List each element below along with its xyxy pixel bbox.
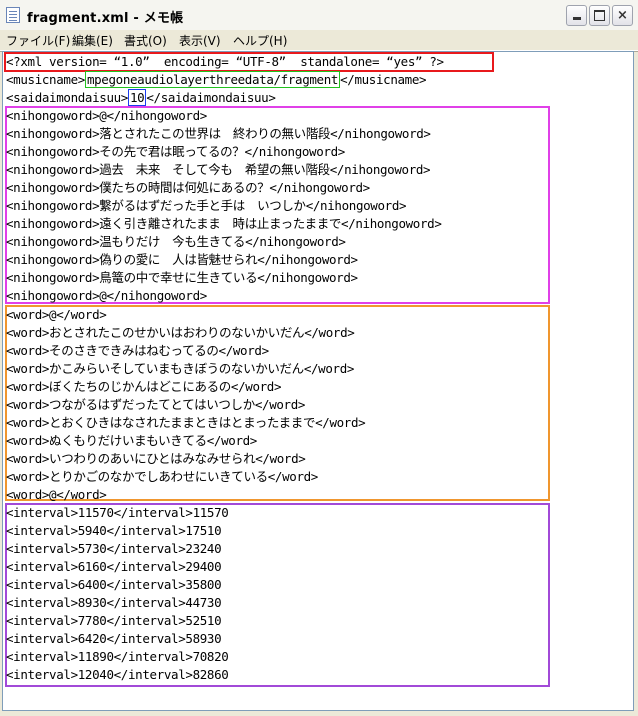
word-line: <word>@</word> xyxy=(6,487,107,502)
menu-file[interactable]: ファイル(F) xyxy=(6,32,70,49)
nihongoword-line: <nihongoword>偽りの愛に 人は皆魅せられ</nihongoword> xyxy=(6,252,358,267)
minimize-button[interactable] xyxy=(566,5,587,26)
nihongoword-line: <nihongoword>@</nihongoword> xyxy=(6,288,207,303)
word-line: <word>とりかごのなかでしあわせにいきている</word> xyxy=(6,469,318,484)
nihongoword-line: <nihongoword>その先で君は眠ってるの？</nihongoword> xyxy=(6,144,345,159)
interval-line: <interval>8930</interval>44730 xyxy=(6,595,222,610)
interval-line: <interval>5730</interval>23240 xyxy=(6,541,222,556)
saidai-close-tag: </saidaimondaisuu> xyxy=(146,90,276,105)
menu-format[interactable]: 書式(O) xyxy=(124,32,167,49)
word-line: <word>おとされたこのせかいはおわりのないかいだん</word> xyxy=(6,325,355,340)
interval-line: <interval>6400</interval>35800 xyxy=(6,577,222,592)
interval-line: <interval>7780</interval>52510 xyxy=(6,613,222,628)
nihongoword-line: <nihongoword>過去 未来 そして今も 希望の無い階段</nihong… xyxy=(6,162,431,177)
musicname-value: mpegoneaudiolayerthreedata/fragment xyxy=(84,71,341,88)
title-bar[interactable]: fragment.xml - メモ帳 × xyxy=(0,0,638,31)
interval-line: <interval>6160</interval>29400 xyxy=(6,559,222,574)
musicname-open-tag: <musicname> xyxy=(6,72,85,87)
saidai-open-tag: <saidaimondaisuu> xyxy=(6,90,128,105)
nihongoword-line: <nihongoword>僕たちの時間は何処にあるの？</nihongoword… xyxy=(6,180,370,195)
word-line: <word>いつわりのあいにひとはみなみせられ</word> xyxy=(6,451,306,466)
word-line: <word>そのさきできみはねむってるの</word> xyxy=(6,343,269,358)
musicname-line: <musicname> mpegoneaudiolayerthreedata/fr… xyxy=(6,71,427,89)
word-line: <word>とおくひきはなされたままときはとまったままで</word> xyxy=(6,415,366,430)
menu-bar: ファイル(F) 編集(E) 書式(O) 表示(V) ヘルプ(H) xyxy=(0,30,638,51)
text-editor[interactable]: <?xml version= “1.0” encoding= “UTF-8” s… xyxy=(2,51,634,711)
nihongoword-line: <nihongoword>繋がるはずだった手と手は いつしか</nihongow… xyxy=(6,198,407,213)
word-line: <word>つながるはずだったてとてはいつしか</word> xyxy=(6,397,306,412)
nihongoword-line: <nihongoword>鳥篭の中で幸せに生きている</nihongoword> xyxy=(6,270,358,285)
interval-line: <interval>11890</interval>70820 xyxy=(6,649,229,664)
notepad-icon xyxy=(6,7,20,23)
saidaimondaisuu-line: <saidaimondaisuu> 10 </saidaimondaisuu> xyxy=(6,89,276,107)
musicname-close-tag: </musicname> xyxy=(340,72,427,87)
xml-declaration-line: <?xml version= “1.0” encoding= “UTF-8” s… xyxy=(6,54,444,69)
interval-line: <interval>11570</interval>11570 xyxy=(6,505,229,520)
nihongoword-line: <nihongoword>落とされたこの世界は 終わりの無い階段</nihong… xyxy=(6,126,431,141)
word-line: <word>ぼくたちのじかんはどこにあるの</word> xyxy=(6,379,282,394)
close-icon: × xyxy=(617,8,628,23)
word-line: <word>かこみらいそしていまもきぼうのないかいだん</word> xyxy=(6,361,355,376)
word-line: <word>@</word> xyxy=(6,307,107,322)
maximize-icon xyxy=(594,10,605,21)
word-line: <word>ぬくもりだけいまもいきてる</word> xyxy=(6,433,257,448)
nihongoword-line: <nihongoword>遠く引き離されたまま 時は止まったままで</nihon… xyxy=(6,216,442,231)
close-button[interactable]: × xyxy=(612,5,633,26)
maximize-button[interactable] xyxy=(589,5,610,26)
interval-line: <interval>12040</interval>82860 xyxy=(6,667,229,682)
saidai-value: 10 xyxy=(128,89,147,106)
interval-line: <interval>5940</interval>17510 xyxy=(6,523,222,538)
nihongoword-line: <nihongoword>@</nihongoword> xyxy=(6,108,207,123)
menu-view[interactable]: 表示(V) xyxy=(179,32,221,49)
window-title: fragment.xml - メモ帳 xyxy=(27,11,184,26)
window-bottom-edge xyxy=(0,711,638,716)
minimize-icon xyxy=(572,17,581,20)
menu-help[interactable]: ヘルプ(H) xyxy=(233,32,287,49)
notepad-window: fragment.xml - メモ帳 × ファイル(F) 編集(E) 書式(O)… xyxy=(0,0,638,716)
menu-edit[interactable]: 編集(E) xyxy=(72,32,113,49)
nihongoword-line: <nihongoword>温もりだけ 今も生きてる</nihongoword> xyxy=(6,234,346,249)
interval-line: <interval>6420</interval>58930 xyxy=(6,631,222,646)
